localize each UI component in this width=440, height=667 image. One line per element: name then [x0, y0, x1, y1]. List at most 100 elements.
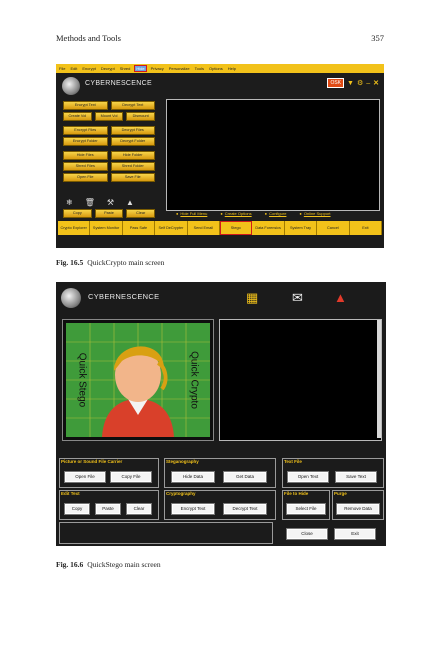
- select-file-button[interactable]: Select File: [286, 503, 326, 515]
- button-row: Shred Files Shred Folder: [63, 162, 155, 171]
- text-display-area[interactable]: [166, 99, 380, 211]
- decrypt-files-button[interactable]: Decrypt Files: [110, 126, 155, 135]
- steganography-group: Steganography Hide Data Get Data: [164, 458, 276, 488]
- save-text-button[interactable]: Save Text: [335, 471, 377, 483]
- menu-edit[interactable]: Edit: [70, 66, 77, 71]
- get-data-button[interactable]: Get Data: [223, 471, 267, 483]
- extinguisher-icon[interactable]: ▲: [334, 290, 347, 305]
- data-forensics-button[interactable]: Data Forensics: [252, 221, 285, 235]
- clear-button[interactable]: Clear: [126, 503, 152, 515]
- tool-icons: ❄ 🗑 ⚒ ▲: [66, 198, 134, 207]
- copy-button[interactable]: Copy: [63, 209, 92, 218]
- encrypt-text-button[interactable]: Encrypt Text: [63, 101, 108, 110]
- decrypt-folder-button[interactable]: Decrypt Folder: [110, 137, 155, 146]
- close-icon[interactable]: ✕: [373, 80, 379, 87]
- text-file-group: Text File Open Text Save Text: [282, 458, 384, 488]
- menu-tools[interactable]: Tools: [195, 66, 204, 71]
- purge-group: Purge Remove Data: [332, 490, 384, 520]
- group-title: Text File: [284, 459, 302, 464]
- copy-file-button[interactable]: Copy File: [110, 471, 152, 483]
- button-row: Encrypt Files Decrypt Files: [63, 126, 155, 135]
- menu-shred[interactable]: Shred: [120, 66, 131, 71]
- running-head: Methods and Tools 357: [56, 33, 384, 43]
- menu-file[interactable]: File: [59, 66, 65, 71]
- open-file-button[interactable]: Open File: [63, 173, 108, 182]
- close-button[interactable]: Close: [286, 528, 328, 540]
- open-text-button[interactable]: Open Text: [287, 471, 329, 483]
- dismount-button[interactable]: Dismount: [126, 112, 156, 121]
- group-title: Edit Text: [61, 491, 80, 496]
- file-to-hide-group: File to Hide Select File: [282, 490, 330, 520]
- hide-full-menu-link[interactable]: Hide Full Menu: [176, 211, 207, 216]
- encrypt-folder-button[interactable]: Encrypt Folder: [63, 137, 108, 146]
- remove-data-button[interactable]: Remove Data: [336, 503, 380, 515]
- hide-data-button[interactable]: Hide Data: [171, 471, 215, 483]
- save-file-button[interactable]: Save File: [110, 173, 155, 182]
- self-decrypter-button[interactable]: Self DeCrypter: [155, 221, 188, 235]
- running-head-title: Methods and Tools: [56, 33, 121, 43]
- tools-icon[interactable]: ⚒: [107, 198, 114, 207]
- stego-button[interactable]: Stego: [220, 221, 253, 235]
- system-tray-button[interactable]: System Tray: [285, 221, 318, 235]
- art-label-left-wrap: Quick Stego: [71, 330, 93, 430]
- encrypt-text-button[interactable]: Encrypt Text: [171, 503, 215, 515]
- paste-button[interactable]: Paste: [95, 503, 121, 515]
- menu-decrypt[interactable]: Decrypt: [101, 66, 115, 71]
- create-vol-button[interactable]: Create Vol: [63, 112, 92, 121]
- decrypt-text-button[interactable]: Decrypt Text: [110, 101, 155, 110]
- menu-hide[interactable]: Hide: [134, 65, 147, 72]
- email-icon[interactable]: ✉: [292, 290, 303, 306]
- figure-caption-text: QuickCrypto main screen: [87, 258, 165, 267]
- shred-files-button[interactable]: Shred Files: [63, 162, 108, 171]
- carrier-group: Picture or Sound File Carrier Open File …: [59, 458, 159, 488]
- menu-personalize[interactable]: Personalize: [169, 66, 190, 71]
- clear-button[interactable]: Clear: [126, 209, 156, 218]
- settings-icon[interactable]: ⚙: [357, 80, 363, 87]
- art-label-right-wrap: Quick Crypto: [183, 330, 205, 430]
- shield-icon[interactable]: ▼: [347, 80, 354, 87]
- page-number: 357: [371, 33, 384, 43]
- exit-button[interactable]: Exit: [334, 528, 376, 540]
- pass-safe-button[interactable]: Pass Safe: [123, 221, 156, 235]
- snowflake-icon[interactable]: ❄: [66, 198, 73, 207]
- brand-name: CYBERNESCENCE: [88, 292, 160, 301]
- paste-button[interactable]: Paste: [94, 209, 124, 218]
- brand-name: CYBERNESCENCE: [85, 80, 152, 87]
- shred-folder-button[interactable]: Shred Folder: [110, 162, 155, 171]
- configure-link[interactable]: Configure: [265, 211, 286, 216]
- mount-vol-button[interactable]: Mount Vol: [94, 112, 124, 121]
- picture-icon[interactable]: ▦: [246, 290, 258, 306]
- extinguisher-icon[interactable]: ▲: [126, 198, 134, 207]
- figure-caption: Fig. 16.5 QuickCrypto main screen: [56, 258, 164, 267]
- text-display-area[interactable]: [219, 319, 382, 441]
- menu-options[interactable]: Options: [209, 66, 223, 71]
- send-email-button[interactable]: Send Email: [188, 221, 221, 235]
- system-monitor-button[interactable]: System Monitor: [90, 221, 123, 235]
- scrollbar[interactable]: [377, 320, 381, 438]
- copy-button[interactable]: Copy: [64, 503, 90, 515]
- figure-label: Fig. 16.5: [56, 258, 84, 267]
- osk-button[interactable]: OSK: [327, 78, 344, 88]
- button-row: Encrypt Folder Decrypt Folder: [63, 137, 155, 146]
- crypto-explorer-button[interactable]: Crypto Explorer: [58, 221, 91, 235]
- button-row: Open File Save File: [63, 173, 155, 182]
- cancel-button[interactable]: Cancel: [317, 221, 350, 235]
- exit-button[interactable]: Exit: [350, 221, 383, 235]
- button-row: Create Vol Mount Vol Dismount: [63, 112, 156, 121]
- decrypt-text-button[interactable]: Decrypt Text: [223, 503, 267, 515]
- edit-buttons: Copy Paste Clear: [63, 209, 156, 218]
- create-options-link[interactable]: Create Options: [220, 211, 252, 216]
- trash-icon[interactable]: 🗑: [85, 198, 95, 207]
- minimize-icon[interactable]: –: [366, 80, 370, 87]
- hide-files-button[interactable]: Hide Files: [63, 151, 108, 160]
- menu-help[interactable]: Help: [228, 66, 236, 71]
- menu-encrypt[interactable]: Encrypt: [82, 66, 96, 71]
- window-controls: OSK ▼ ⚙ – ✕: [327, 78, 379, 88]
- encrypt-files-button[interactable]: Encrypt Files: [63, 126, 108, 135]
- online-support-link[interactable]: Online Support: [299, 211, 331, 216]
- carrier-image: Quick Stego Quick Crypto: [62, 319, 214, 441]
- figure-label: Fig. 16.6: [56, 560, 84, 569]
- hide-folder-button[interactable]: Hide Folder: [110, 151, 155, 160]
- open-file-button[interactable]: Open File: [64, 471, 106, 483]
- menu-privacy[interactable]: Privacy: [151, 66, 164, 71]
